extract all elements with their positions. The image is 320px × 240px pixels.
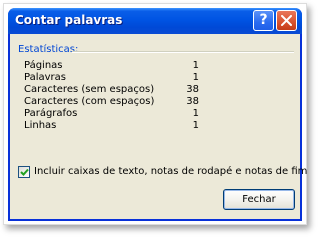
stat-label: Caracteres (com espaços) — [24, 96, 155, 107]
close-icon — [281, 15, 292, 26]
stat-row-words: Palavras 1 — [24, 72, 254, 84]
stat-value: 1 — [192, 72, 199, 83]
stat-row-paragraphs: Parágrafos 1 — [24, 108, 254, 120]
stat-row-chars-with-spaces: Caracteres (com espaços) 38 — [24, 96, 254, 108]
window-title: Contar palavras — [15, 13, 123, 27]
checkmark-icon — [20, 168, 29, 176]
word-count-dialog: Contar palavras ? Estatísticas: Páginas … — [8, 8, 307, 221]
stat-label: Parágrafos — [24, 108, 78, 119]
stat-label: Linhas — [24, 120, 57, 131]
help-icon: ? — [259, 12, 268, 28]
include-textboxes-checkbox[interactable] — [18, 166, 30, 178]
stat-value: 1 — [192, 108, 199, 119]
screenshot-frame: Contar palavras ? Estatísticas: Páginas … — [3, 3, 307, 225]
stat-label: Palavras — [24, 72, 66, 83]
dialog-content: Estatísticas: Páginas 1 Palavras 1 Carac… — [10, 34, 307, 219]
title-bar[interactable]: Contar palavras ? — [8, 8, 302, 34]
include-textboxes-label[interactable]: Incluir caixas de texto, notas de rodapé… — [34, 166, 307, 177]
stat-label: Caracteres (sem espaços) — [24, 84, 155, 95]
help-button[interactable]: ? — [253, 10, 274, 31]
close-window-button[interactable] — [276, 10, 297, 31]
stat-value: 38 — [186, 84, 199, 95]
close-button[interactable]: Fechar — [223, 189, 295, 210]
stat-row-lines: Linhas 1 — [24, 120, 254, 132]
stat-row-pages: Páginas 1 — [24, 60, 254, 72]
stat-label: Páginas — [24, 60, 63, 71]
stat-value: 38 — [186, 96, 199, 107]
stat-row-chars-no-spaces: Caracteres (sem espaços) 38 — [24, 84, 254, 96]
stat-value: 1 — [192, 120, 199, 131]
statistics-section-label: Estatísticas: — [18, 44, 79, 55]
include-textboxes-option[interactable]: Incluir caixas de texto, notas de rodapé… — [18, 166, 307, 180]
statistics-list: Páginas 1 Palavras 1 Caracteres (sem esp… — [24, 60, 254, 132]
stat-value: 1 — [192, 60, 199, 71]
section-divider — [72, 51, 294, 53]
